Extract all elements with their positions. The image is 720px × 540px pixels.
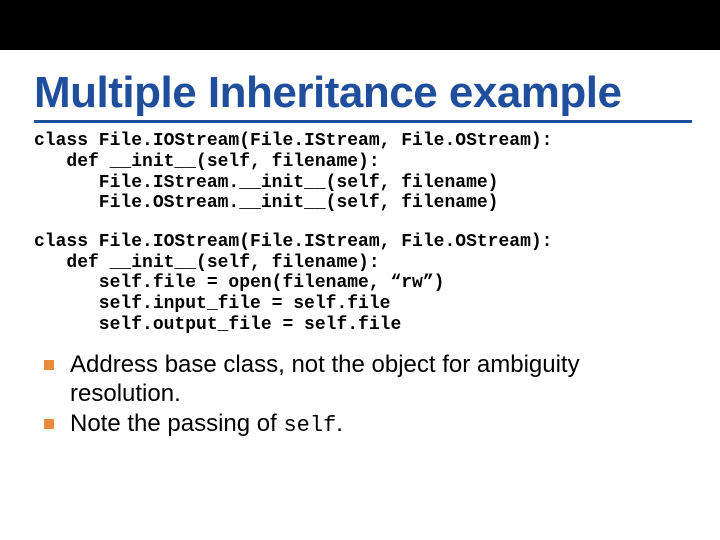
bullet-item-1: Address base class, not the object for a… — [34, 351, 692, 408]
code-line: File.IStream.__init__(self, filename) — [34, 173, 498, 193]
code-line: class File.IOStream(File.IStream, File.O… — [34, 232, 552, 252]
bullet-item-2: Note the passing of self. — [34, 410, 692, 439]
code-line: def __init__(self, filename): — [34, 152, 380, 172]
bullet-text: resolution. — [70, 380, 181, 407]
title-underline — [34, 120, 692, 123]
bullet-text: Address base class, not the object for a… — [70, 351, 580, 378]
code-inline: self — [283, 413, 336, 438]
code-line: class File.IOStream(File.IStream, File.O… — [34, 131, 552, 151]
code-line: self.output_file = self.file — [34, 315, 401, 335]
code-line: self.file = open(filename, “rw”) — [34, 273, 444, 293]
bullet-icon — [44, 419, 54, 429]
code-line: def __init__(self, filename): — [34, 253, 380, 273]
bullet-text: Note the passing of — [70, 410, 283, 437]
bullet-text: . — [336, 410, 343, 437]
code-block-1: class File.IOStream(File.IStream, File.O… — [34, 131, 692, 214]
code-line: File.OStream.__init__(self, filename) — [34, 193, 498, 213]
code-line: self.input_file = self.file — [34, 294, 390, 314]
slide-title: Multiple Inheritance example — [34, 10, 692, 116]
bullet-list: Address base class, not the object for a… — [34, 351, 692, 439]
bullet-icon — [44, 360, 54, 370]
slide: Multiple Inheritance example class File.… — [0, 0, 720, 540]
code-block-2: class File.IOStream(File.IStream, File.O… — [34, 232, 692, 335]
